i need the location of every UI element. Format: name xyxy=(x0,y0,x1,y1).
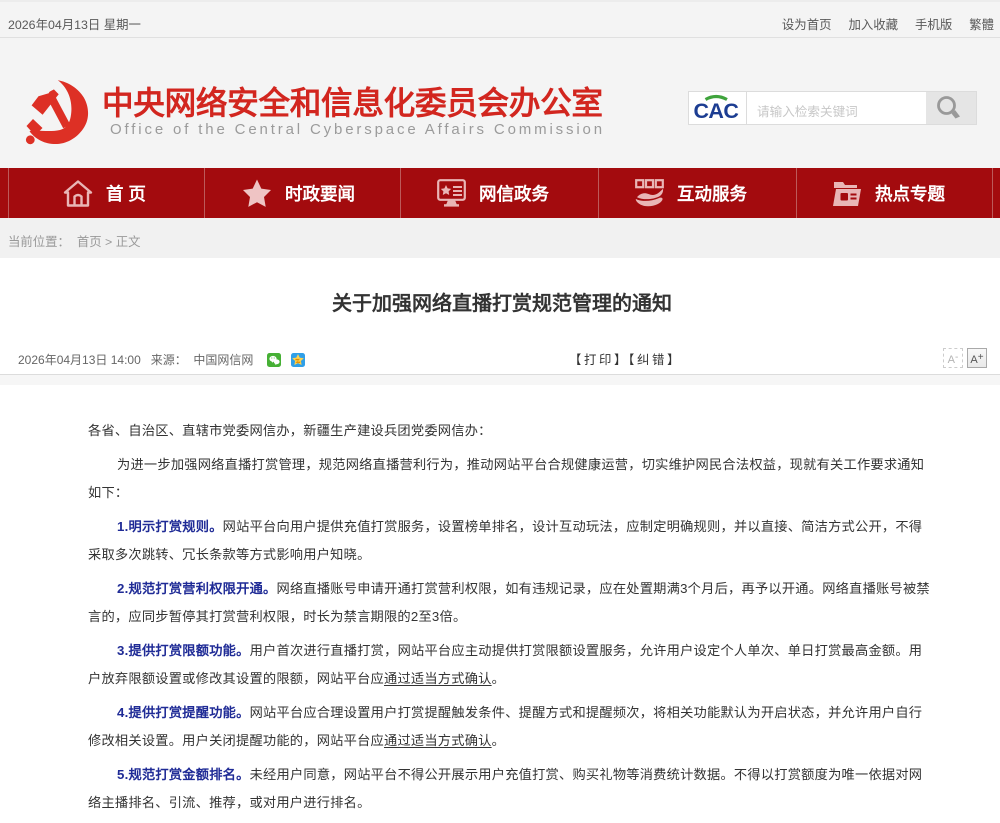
svg-text:CAC: CAC xyxy=(694,99,739,122)
